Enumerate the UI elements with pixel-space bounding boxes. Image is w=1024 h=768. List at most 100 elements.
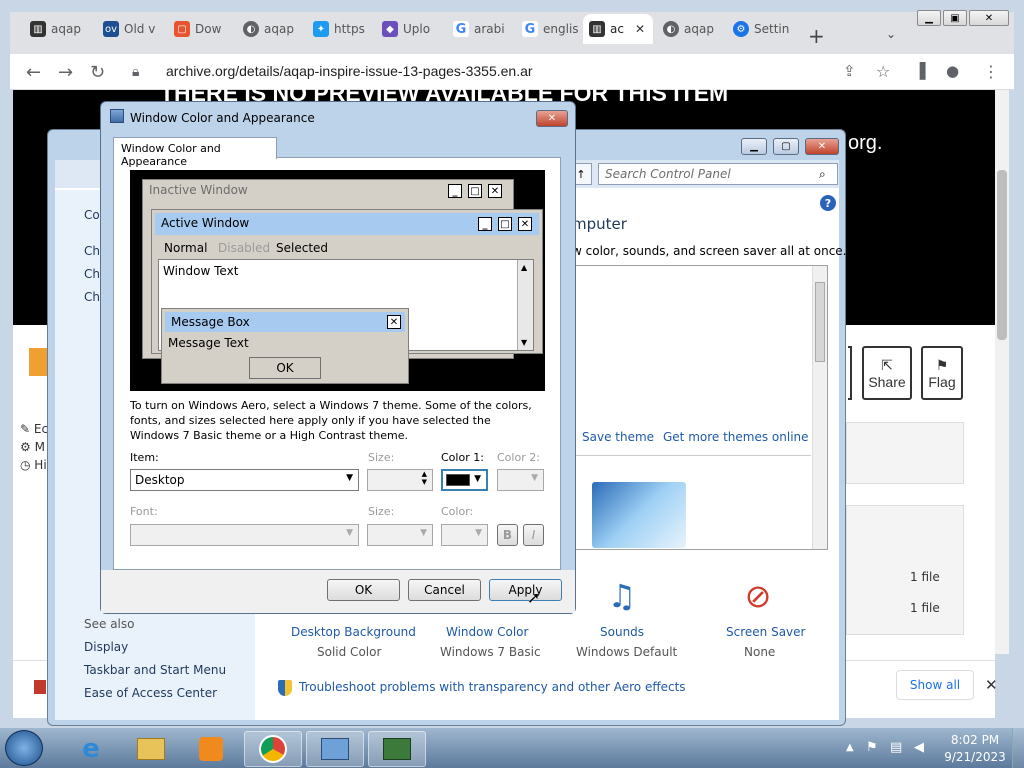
chevron-down-icon: ▼ <box>474 474 481 484</box>
cp-left-link-1[interactable]: Co <box>84 208 100 222</box>
tab-4[interactable]: ◐ aqap <box>237 14 303 44</box>
font-color-label: Color: <box>441 505 474 518</box>
chevron-down-icon: ▼ <box>346 473 353 483</box>
item-select[interactable]: Desktop ▼ <box>130 469 359 491</box>
address-bar[interactable]: archive.org/details/aqap-inspire-issue-1… <box>166 63 533 79</box>
media-player-icon[interactable] <box>182 731 240 767</box>
window-color-link[interactable]: Window Color <box>446 625 528 639</box>
page-scrollbar[interactable] <box>995 90 1009 654</box>
desktop-background-link[interactable]: Desktop Background <box>291 625 416 639</box>
cancel-button[interactable]: Cancel <box>408 579 481 601</box>
cp-close-icon[interactable]: ✕ <box>805 138 839 155</box>
bold-button[interactable]: B <box>497 524 518 546</box>
show-all-button[interactable]: Show all <box>896 670 974 700</box>
menu-normal: Normal <box>164 241 208 255</box>
tab-2[interactable]: ov Old v <box>97 14 163 44</box>
window-color-value: Windows 7 Basic <box>440 645 541 659</box>
sidebar-icon[interactable]: ▐ <box>914 62 926 80</box>
tab-active[interactable]: ▥ ac ✕ <box>583 14 653 44</box>
left-item-3[interactable]: ◷ Hi <box>20 458 47 472</box>
tab-11[interactable]: ⚙ Settin <box>727 14 793 44</box>
tab-search-icon[interactable]: ⌄ <box>886 27 896 41</box>
screen-saver-icon[interactable]: ⊘ <box>736 572 780 620</box>
maximize-icon[interactable]: ▣ <box>943 10 967 26</box>
ease-of-access-link[interactable]: Ease of Access Center <box>84 686 217 700</box>
minimize-icon[interactable]: ▁ <box>917 10 941 26</box>
clock-date[interactable]: 9/21/2023 <box>944 750 1006 764</box>
search-icon[interactable]: ⌕ <box>819 167 826 182</box>
cp-left-link-3[interactable]: Ch <box>84 267 100 281</box>
start-button-icon[interactable] <box>5 730 43 766</box>
google-icon: G <box>453 21 469 37</box>
message-box-title: Message Box <box>165 312 405 332</box>
italic-button[interactable]: I <box>523 524 544 546</box>
inactive-close-icon: ✕ <box>488 184 502 198</box>
font-color-picker[interactable]: ▼ <box>441 524 488 546</box>
forward-icon[interactable]: → <box>58 62 73 83</box>
show-desktop-button[interactable] <box>1012 728 1024 768</box>
see-also-heading: See also <box>84 617 135 631</box>
color2-label: Color 2: <box>497 451 540 464</box>
file-explorer-icon[interactable] <box>122 731 180 767</box>
left-item-2[interactable]: ⚙ M <box>20 440 45 454</box>
close-download-bar-icon[interactable]: ✕ <box>985 676 998 694</box>
message-text: Message Text <box>168 336 249 350</box>
cp-minimize-icon[interactable]: ▁ <box>741 138 767 155</box>
profile-avatar-icon[interactable]: ● <box>946 62 959 80</box>
tab-10[interactable]: ◐ aqap <box>657 14 723 44</box>
help-icon[interactable]: ? <box>820 195 836 211</box>
apply-button[interactable]: Apply <box>489 579 562 601</box>
tray-flag-icon[interactable]: ⚑ <box>866 740 878 755</box>
color1-picker[interactable]: ▼ <box>441 469 488 491</box>
tab-5[interactable]: ✦ https <box>307 14 373 44</box>
cp-maximize-icon[interactable]: ▢ <box>773 138 799 155</box>
back-icon[interactable]: ← <box>26 62 41 83</box>
close-icon[interactable]: ✕ <box>969 10 1009 26</box>
tab-7[interactable]: Garabi <box>447 14 513 44</box>
display-link[interactable]: Display <box>84 640 128 654</box>
dialog-tab[interactable]: Window Color and Appearance <box>113 137 277 168</box>
reload-icon[interactable]: ↻ <box>90 62 105 83</box>
new-tab-icon[interactable]: + <box>808 24 825 48</box>
tab-1[interactable]: ▥ aqap <box>24 14 90 44</box>
theme-thumbnail-icon[interactable] <box>592 482 686 548</box>
theme-list-scrollbar[interactable] <box>812 266 827 549</box>
clock-time[interactable]: 8:02 PM <box>950 733 1000 747</box>
sounds-link[interactable]: Sounds <box>600 625 644 639</box>
share-icon[interactable]: ⇪ <box>843 62 856 80</box>
font-select[interactable]: ▼ <box>130 524 359 546</box>
tab-6[interactable]: ◆ Uplo <box>376 14 442 44</box>
tray-network-icon[interactable]: ▤ <box>890 740 902 755</box>
ok-button[interactable]: OK <box>327 579 400 601</box>
chrome-icon[interactable] <box>244 731 302 767</box>
sounds-icon[interactable]: ♫ <box>600 572 644 620</box>
taskbar-start-menu-link[interactable]: Taskbar and Start Menu <box>84 663 226 677</box>
tray-expand-icon[interactable]: ▲ <box>846 742 854 753</box>
gear-icon: ⚙ <box>733 21 749 37</box>
bookmark-star-icon[interactable]: ☆ <box>876 62 890 81</box>
tab-3[interactable]: ▢ Dow <box>168 14 234 44</box>
screen-saver-link[interactable]: Screen Saver <box>726 625 805 639</box>
share-button[interactable]: ⇱ Share <box>862 346 912 400</box>
get-more-themes-link[interactable]: Get more themes online <box>663 430 809 444</box>
window-color-taskbar-icon[interactable] <box>368 731 426 767</box>
cp-search-input[interactable]: Search Control Panel <box>598 163 838 185</box>
save-theme-link[interactable]: Save theme <box>582 430 654 444</box>
font-size-select[interactable]: ▼ <box>367 524 433 546</box>
color2-picker[interactable]: ▼ <box>497 469 544 491</box>
control-panel-taskbar-icon[interactable] <box>306 731 364 767</box>
flag-button[interactable]: ⚑ Flag <box>921 346 963 400</box>
troubleshoot-link[interactable]: Troubleshoot problems with transparency … <box>299 680 686 694</box>
cp-left-link-4[interactable]: Ch <box>84 290 100 304</box>
color1-label: Color 1: <box>441 451 484 464</box>
left-item-1[interactable]: ✎ Ec <box>20 422 48 436</box>
screen-saver-value: None <box>744 645 776 659</box>
tray-volume-icon[interactable]: ◀ <box>914 740 924 755</box>
dialog-close-icon[interactable]: ✕ <box>536 110 568 127</box>
cp-left-link-2[interactable]: Ch <box>84 244 100 258</box>
tab-close-icon[interactable]: ✕ <box>635 22 645 36</box>
tab-8[interactable]: Genglis <box>516 14 582 44</box>
menu-icon[interactable]: ⋮ <box>983 62 999 81</box>
size-spinner[interactable]: ▲ ▼ <box>367 469 433 491</box>
internet-explorer-icon[interactable]: e <box>62 731 120 767</box>
